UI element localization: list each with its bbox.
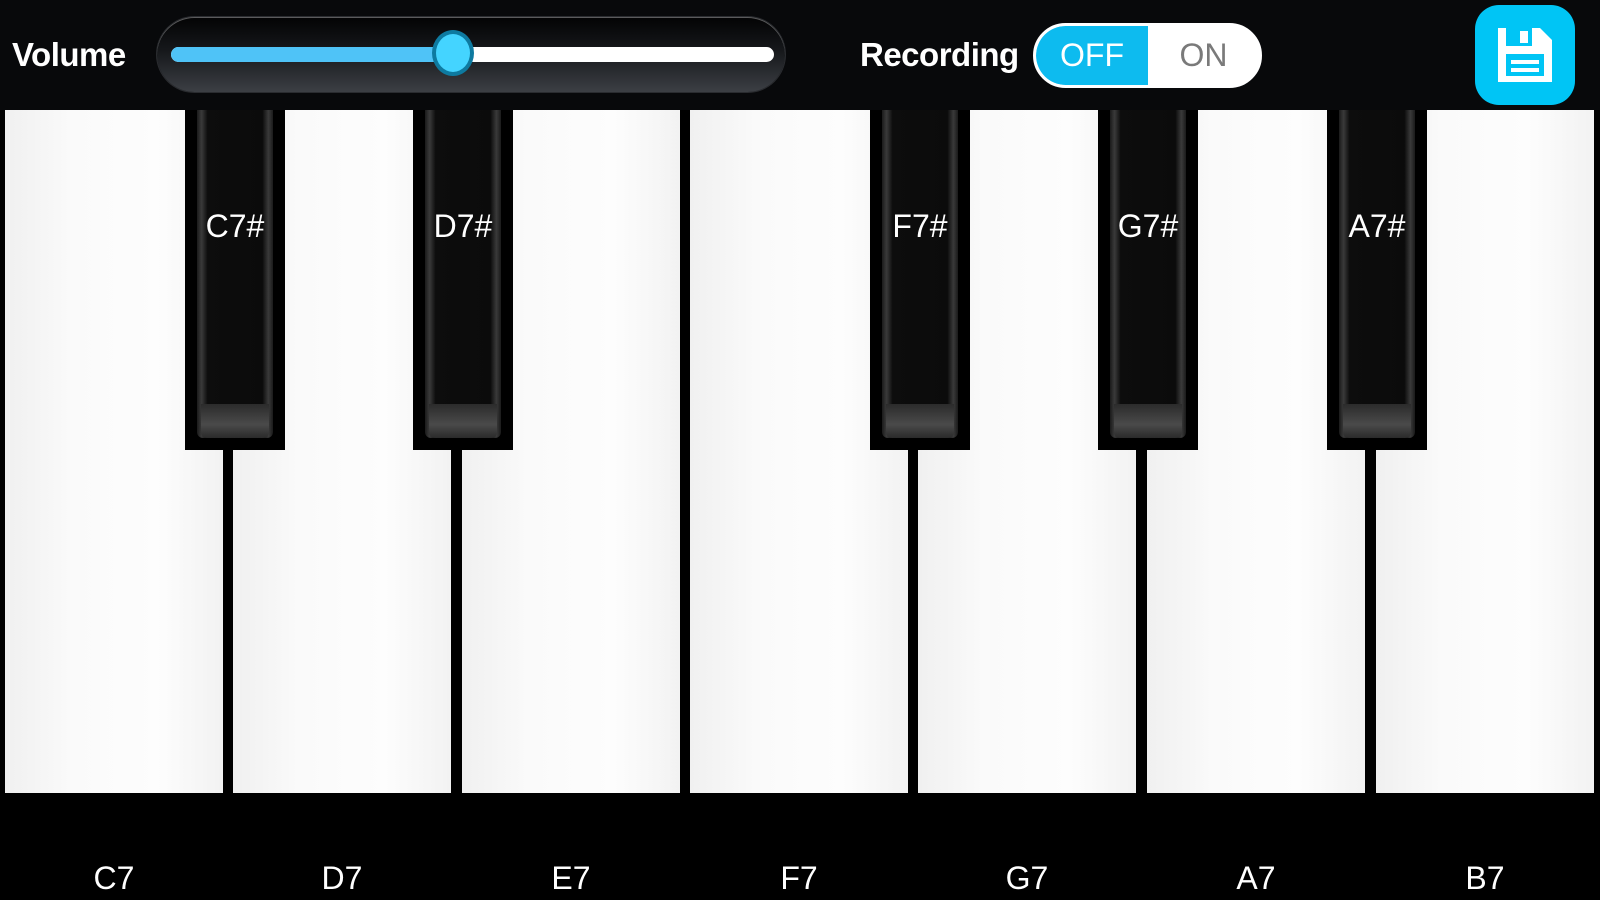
black-key-bevel [1114, 404, 1182, 438]
save-button[interactable] [1475, 5, 1575, 105]
black-key-body [1110, 110, 1186, 438]
black-key-label: D7# [433, 208, 493, 244]
white-key-label-a7: A7 [1236, 860, 1276, 896]
recording-label: Recording [860, 36, 1019, 73]
recording-off-option[interactable]: OFF [1036, 26, 1148, 85]
black-key-f7-sharp[interactable]: F7# [870, 110, 970, 450]
black-key-bevel [201, 404, 269, 438]
recording-on-option[interactable]: ON [1148, 26, 1259, 85]
black-key-body [882, 110, 958, 438]
black-key-bevel [1343, 404, 1411, 438]
white-key-label-c7: C7 [93, 860, 135, 896]
piano-keyboard: C7# D7# F7# G7# A7# C7 D7 E7 F7 G7 A7 B7 [0, 110, 1600, 900]
black-key-c7-sharp[interactable]: C7# [185, 110, 285, 450]
black-key-d7-sharp[interactable]: D7# [413, 110, 513, 450]
white-key-label-b7: B7 [1465, 860, 1505, 896]
white-key-label-d7: D7 [321, 860, 363, 896]
recording-toggle[interactable]: OFF ON [1033, 23, 1262, 88]
black-key-label: A7# [1348, 208, 1406, 244]
volume-slider[interactable] [157, 17, 785, 92]
black-key-body [197, 110, 273, 438]
black-key-bevel [886, 404, 954, 438]
volume-track-fill [171, 47, 455, 62]
white-key-label-f7: F7 [780, 860, 818, 896]
volume-label: Volume [12, 36, 126, 73]
top-toolbar: Volume Recording OFF ON [0, 0, 1600, 110]
black-key-g7-sharp[interactable]: G7# [1098, 110, 1198, 450]
black-key-body [1339, 110, 1415, 438]
black-key-label: C7# [205, 208, 265, 244]
black-key-label: F7# [892, 208, 948, 244]
white-key-label-g7: G7 [1005, 860, 1049, 896]
black-key-bevel [429, 404, 497, 438]
volume-slider-thumb[interactable] [432, 30, 475, 76]
white-key-label-e7: E7 [551, 860, 591, 896]
floppy-disk-icon [1498, 28, 1552, 82]
black-key-label: G7# [1117, 208, 1179, 244]
black-key-a7-sharp[interactable]: A7# [1327, 110, 1427, 450]
black-key-body [425, 110, 501, 438]
